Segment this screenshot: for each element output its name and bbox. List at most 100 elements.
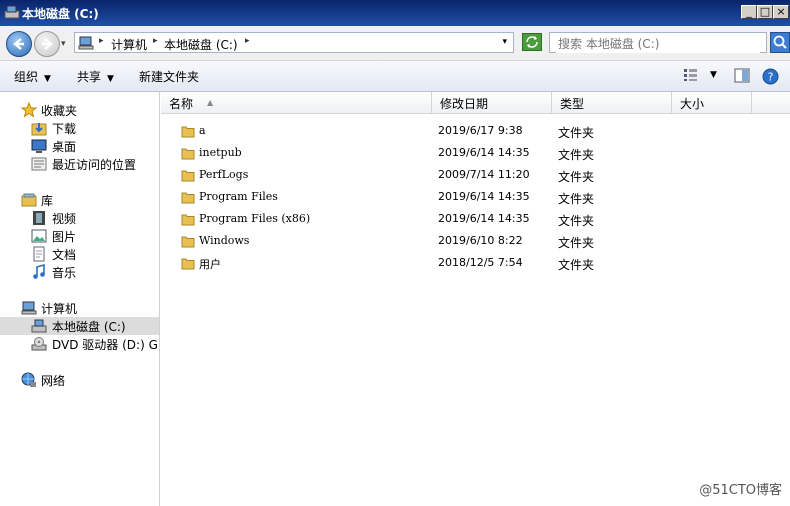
address-bar-row: ▾ ▸ 计算机 ▸ 本地磁盘 (C:) ▸ ▾	[0, 26, 790, 61]
drive-icon	[31, 319, 47, 333]
star-icon	[21, 102, 37, 118]
refresh-button[interactable]	[522, 33, 542, 51]
file-modified-date: 2019/6/17 9:38	[438, 124, 523, 137]
preview-pane-icon[interactable]	[734, 68, 750, 83]
breadcrumb-separator[interactable]: ▸	[153, 36, 158, 46]
file-type: 文件夹	[558, 148, 595, 162]
table-row[interactable]: inetpub 2019/6/14 14:35 文件夹	[161, 143, 790, 163]
new-folder-button[interactable]: 新建文件夹	[139, 68, 199, 85]
back-button[interactable]	[6, 31, 32, 57]
nav-item-label: 文档	[52, 248, 77, 262]
window-title: 本地磁盘 (C:)	[22, 7, 99, 21]
breadcrumb-local-disk[interactable]: 本地磁盘 (C:)	[164, 36, 238, 53]
network-icon	[21, 372, 36, 387]
table-row[interactable]: Program Files (x86) 2019/6/14 14:35 文件夹	[161, 209, 790, 229]
file-modified-date: 2019/6/14 14:35	[438, 146, 530, 159]
help-icon[interactable]: ?	[762, 68, 779, 85]
nav-item-label: DVD 驱动器 (D:) GR	[52, 338, 160, 352]
recent-places-icon	[31, 157, 47, 171]
chevron-down-icon: ▼	[107, 74, 114, 84]
file-name: Program Files (x86)	[199, 212, 311, 225]
nav-item-dvd-drive[interactable]: DVD 驱动器 (D:) GR	[0, 335, 159, 353]
share-menu[interactable]: 共享 ▼	[77, 68, 114, 85]
file-modified-date: 2018/12/5 7:54	[438, 256, 523, 269]
command-toolbar: 组织 ▼ 共享 ▼ 新建文件夹 ▼ ?	[0, 61, 790, 92]
nav-computer-label: 计算机	[41, 302, 78, 316]
folder-icon	[181, 126, 195, 138]
forward-arrow-icon	[42, 38, 53, 50]
view-options-icon[interactable]	[683, 68, 699, 82]
table-row[interactable]: Windows 2019/6/10 8:22 文件夹	[161, 231, 790, 251]
nav-computer[interactable]: 计算机	[0, 299, 159, 317]
nav-libraries[interactable]: 库	[0, 191, 159, 209]
file-type: 文件夹	[558, 170, 595, 184]
breadcrumb-separator[interactable]: ▸	[99, 36, 104, 46]
nav-item-documents[interactable]: 文档	[0, 245, 159, 263]
file-modified-date: 2019/6/10 8:22	[438, 234, 523, 247]
file-name: inetpub	[199, 146, 242, 159]
column-header-size[interactable]: 大小	[672, 92, 752, 114]
share-label: 共享	[77, 70, 102, 84]
table-row[interactable]: Program Files 2019/6/14 14:35 文件夹	[161, 187, 790, 207]
file-modified-date: 2009/7/14 11:20	[438, 168, 530, 181]
organize-menu[interactable]: 组织 ▼	[14, 68, 51, 85]
forward-button[interactable]	[34, 31, 60, 57]
nav-item-pictures[interactable]: 图片	[0, 227, 159, 245]
breadcrumb-computer[interactable]: 计算机	[111, 36, 147, 53]
column-header-date[interactable]: 修改日期	[432, 92, 552, 114]
watermark-text: @51CTO博客	[699, 483, 782, 498]
file-modified-date: 2019/6/14 14:35	[438, 212, 530, 225]
table-row[interactable]: 用户 2018/12/5 7:54 文件夹	[161, 253, 790, 273]
pictures-icon	[31, 229, 47, 243]
nav-network[interactable]: 网络	[0, 371, 159, 389]
search-button[interactable]	[770, 32, 790, 53]
computer-icon	[78, 36, 94, 50]
minimize-button[interactable]: _	[741, 5, 757, 19]
folder-icon	[181, 170, 195, 182]
column-header-name[interactable]: 名称 ▲	[161, 92, 432, 114]
nav-item-local-disk-c[interactable]: 本地磁盘 (C:)	[0, 317, 159, 335]
downloads-folder-icon	[31, 123, 47, 136]
view-dropdown[interactable]: ▼	[710, 70, 717, 80]
history-dropdown[interactable]: ▾	[61, 39, 66, 49]
nav-item-desktop[interactable]: 桌面	[0, 137, 159, 155]
nav-item-label: 音乐	[52, 266, 77, 280]
search-box[interactable]	[549, 32, 767, 53]
folder-icon	[181, 236, 195, 248]
nav-item-downloads[interactable]: 下载	[0, 119, 159, 137]
column-header-label: 类型	[560, 97, 585, 111]
column-header-spacer	[752, 92, 790, 114]
nav-favorites[interactable]: 收藏夹	[0, 101, 159, 119]
nav-item-recent-places[interactable]: 最近访问的位置	[0, 155, 159, 173]
file-name: 用户	[199, 258, 221, 271]
refresh-icon	[526, 36, 538, 48]
close-button[interactable]: ×	[773, 5, 789, 19]
computer-icon	[21, 301, 37, 315]
nav-item-videos[interactable]: 视频	[0, 209, 159, 227]
search-input[interactable]	[556, 34, 760, 53]
nav-favorites-label: 收藏夹	[41, 104, 78, 118]
drive-icon	[4, 5, 20, 19]
svg-text:?: ?	[768, 71, 774, 84]
video-icon	[33, 211, 45, 225]
table-row[interactable]: a 2019/6/17 9:38 文件夹	[161, 121, 790, 141]
file-type: 文件夹	[558, 126, 595, 140]
file-type: 文件夹	[558, 258, 595, 272]
column-header-type[interactable]: 类型	[552, 92, 672, 114]
address-box[interactable]: ▸ 计算机 ▸ 本地磁盘 (C:) ▸ ▾	[74, 32, 514, 53]
column-header-label: 修改日期	[440, 97, 489, 111]
title-bar: 本地磁盘 (C:) _ □ ×	[0, 0, 790, 26]
breadcrumb-separator[interactable]: ▸	[245, 36, 250, 46]
nav-item-music[interactable]: 音乐	[0, 263, 159, 281]
file-name: a	[199, 124, 206, 137]
column-header-label: 名称	[169, 97, 194, 111]
organize-label: 组织	[14, 70, 39, 84]
table-row[interactable]: PerfLogs 2009/7/14 11:20 文件夹	[161, 165, 790, 185]
search-icon	[773, 35, 787, 49]
maximize-button[interactable]: □	[757, 5, 773, 19]
sort-ascending-icon: ▲	[207, 98, 214, 107]
nav-item-label: 本地磁盘 (C:)	[52, 320, 126, 334]
desktop-icon	[31, 139, 47, 153]
dvd-drive-icon	[31, 337, 47, 351]
address-dropdown[interactable]: ▾	[502, 37, 507, 47]
